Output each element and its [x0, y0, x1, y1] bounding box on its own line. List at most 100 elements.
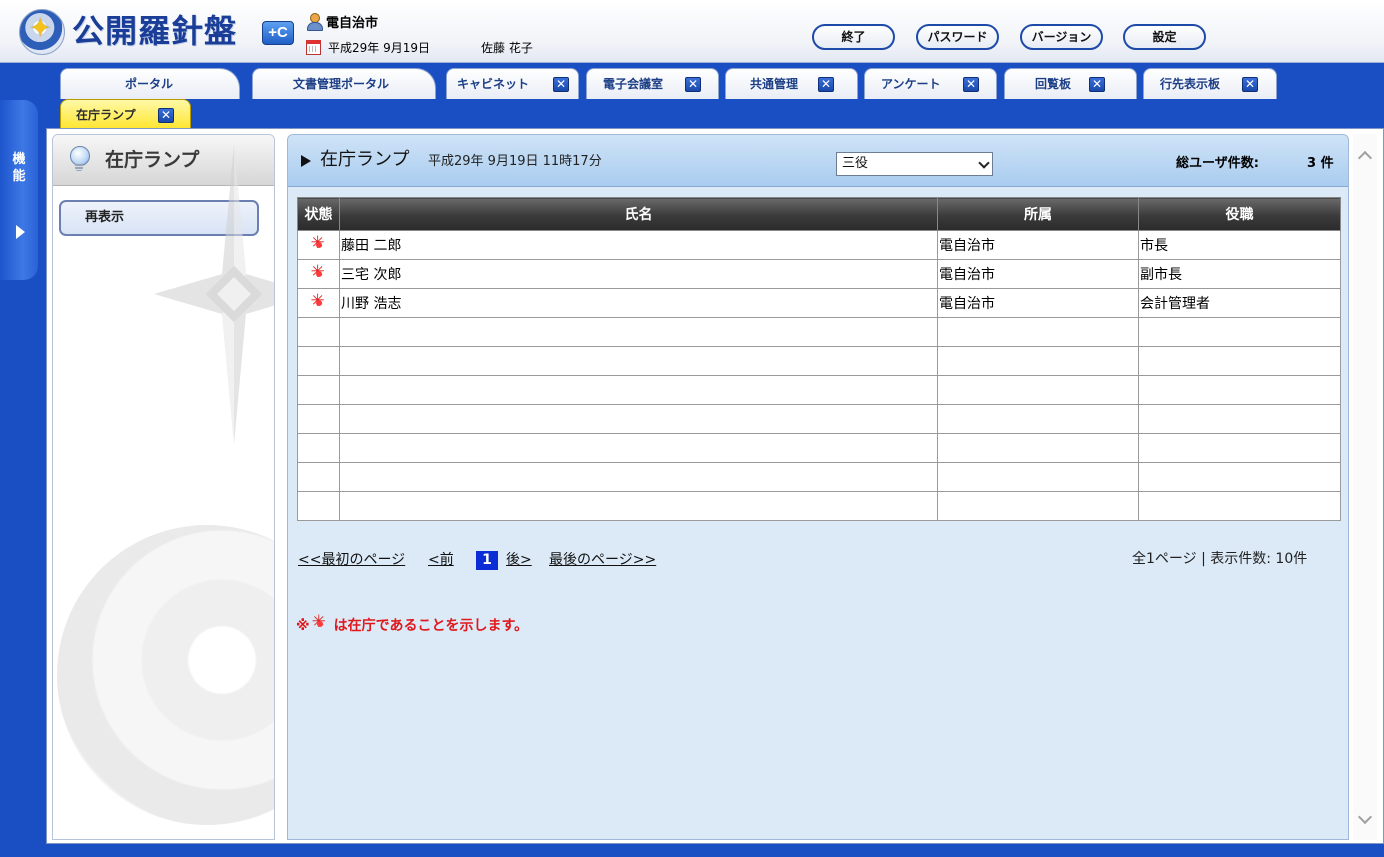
department-cell	[937, 462, 1139, 492]
close-icon[interactable]: ✕	[158, 108, 174, 123]
plus-c-badge: +C	[262, 21, 294, 45]
pager-next-link[interactable]: 後>	[506, 549, 532, 571]
position-cell	[1138, 375, 1341, 405]
department-cell	[937, 404, 1139, 434]
tab-label: ポータル	[125, 77, 174, 91]
tab-label: キャビネット	[457, 77, 530, 91]
name-cell: 川野 浩志	[339, 288, 938, 318]
tab-attendance-lamp[interactable]: 在庁ランプ ✕	[60, 99, 191, 129]
scroll-up-icon[interactable]	[1357, 150, 1373, 166]
exit-button[interactable]: 終了	[812, 24, 895, 50]
triangle-right-icon	[301, 155, 311, 167]
position-cell: 会計管理者	[1138, 288, 1341, 318]
table-row	[297, 433, 1341, 463]
scroll-down-icon[interactable]	[1357, 809, 1373, 825]
close-icon[interactable]: ✕	[818, 77, 834, 92]
tab-cabinet[interactable]: キャビネット ✕	[446, 68, 579, 99]
tab-e-conference[interactable]: 電子会議室 ✕	[586, 68, 719, 99]
legend-prefix: ※	[296, 618, 310, 634]
department-cell: 電自治市	[937, 288, 1139, 318]
version-button[interactable]: バージョン	[1020, 24, 1103, 50]
tab-survey[interactable]: アンケート ✕	[864, 68, 997, 99]
column-header-position: 役職	[1138, 197, 1341, 231]
attendance-lamp-icon	[311, 235, 327, 253]
position-cell	[1138, 317, 1341, 347]
tab-portal[interactable]: ポータル	[60, 68, 240, 99]
department-cell	[937, 433, 1139, 463]
vertical-scrollbar[interactable]	[1353, 134, 1377, 840]
column-header-status: 状態	[297, 197, 340, 231]
total-users-value: 3 件	[1307, 156, 1334, 171]
user-icon	[306, 13, 323, 31]
expand-arrow-icon[interactable]	[16, 225, 25, 239]
tab-label: 共通管理	[750, 77, 799, 91]
position-cell	[1138, 433, 1341, 463]
password-button[interactable]: パスワード	[916, 24, 999, 50]
compass-logo-icon	[19, 9, 65, 55]
name-cell: 三宅 次郎	[339, 259, 938, 289]
current-datetime: 平成29年 9月19日 11時17分	[428, 154, 602, 169]
position-cell	[1138, 462, 1341, 492]
role-filter-value: 三役	[842, 156, 869, 171]
name-cell	[339, 491, 938, 521]
logged-in-user: 佐藤 花子	[481, 41, 533, 55]
status-cell	[297, 288, 340, 318]
organization-name: 電自治市	[326, 16, 379, 31]
table-row	[297, 491, 1341, 521]
status-cell	[297, 259, 340, 289]
name-cell: 藤田 二郎	[339, 230, 938, 260]
main-panel-header: 在庁ランプ 平成29年 9月19日 11時17分 三役 総ユーザ件数: 3 件	[288, 135, 1348, 187]
status-cell	[297, 317, 340, 347]
compass-watermark-icon	[57, 525, 274, 825]
name-cell	[339, 375, 938, 405]
name-cell	[339, 346, 938, 376]
tab-document-portal[interactable]: 文書管理ポータル	[252, 68, 436, 99]
department-cell	[937, 375, 1139, 405]
tab-circular[interactable]: 回覧板 ✕	[1004, 68, 1137, 99]
settings-button[interactable]: 設定	[1123, 24, 1206, 50]
table-row: 川野 浩志 電自治市 会計管理者	[297, 288, 1341, 318]
status-cell	[297, 462, 340, 492]
pager-prev-link[interactable]: <前	[428, 549, 454, 571]
pager-first-link[interactable]: <<最初のページ	[298, 549, 405, 571]
table-row	[297, 346, 1341, 376]
table-row	[297, 317, 1341, 347]
legend-text: は在庁であることを示します。	[333, 618, 529, 634]
column-header-name: 氏名	[339, 197, 938, 231]
app-header: 公開羅針盤 +C 電自治市 平成29年 9月19日 佐藤 花子 終了 パスワード…	[0, 0, 1384, 63]
column-header-department: 所属	[937, 197, 1139, 231]
light-bulb-icon	[70, 146, 90, 172]
close-icon[interactable]: ✕	[963, 77, 979, 92]
position-cell	[1138, 346, 1341, 376]
status-cell	[297, 346, 340, 376]
frame-bottom-border	[46, 844, 1384, 857]
position-cell	[1138, 491, 1341, 521]
tab-destination-board[interactable]: 行先表示板 ✕	[1143, 68, 1277, 99]
close-icon[interactable]: ✕	[1242, 77, 1258, 92]
status-cell	[297, 433, 340, 463]
pager-last-link[interactable]: 最後のページ>>	[549, 549, 656, 571]
table-row	[297, 375, 1341, 405]
total-users-label: 総ユーザ件数:	[1176, 156, 1259, 171]
tab-label: 文書管理ポータル	[293, 77, 390, 91]
tab-common-management[interactable]: 共通管理 ✕	[725, 68, 858, 99]
tab-label: 回覧板	[1035, 77, 1072, 91]
status-cell	[297, 404, 340, 434]
attendance-lamp-icon	[311, 264, 327, 282]
attendance-table: 状態 氏名 所属 役職 藤田 二郎 電自治市 市長 三宅 次郎 電自治市 副市長…	[297, 197, 1341, 521]
role-filter-select[interactable]: 三役	[836, 152, 993, 176]
current-date: 平成29年 9月19日	[328, 41, 430, 55]
close-icon[interactable]: ✕	[685, 77, 701, 92]
function-menu-strip[interactable]	[0, 100, 38, 280]
status-cell	[297, 230, 340, 260]
attendance-lamp-icon	[311, 293, 327, 311]
position-cell: 市長	[1138, 230, 1341, 260]
close-icon[interactable]: ✕	[1089, 77, 1105, 92]
close-icon[interactable]: ✕	[553, 77, 569, 92]
name-cell	[339, 433, 938, 463]
legend-note: ※ は在庁であることを示します。	[296, 614, 529, 636]
table-row	[297, 462, 1341, 492]
attendance-lamp-icon	[312, 614, 328, 632]
name-cell	[339, 317, 938, 347]
chevron-down-icon	[978, 157, 990, 169]
